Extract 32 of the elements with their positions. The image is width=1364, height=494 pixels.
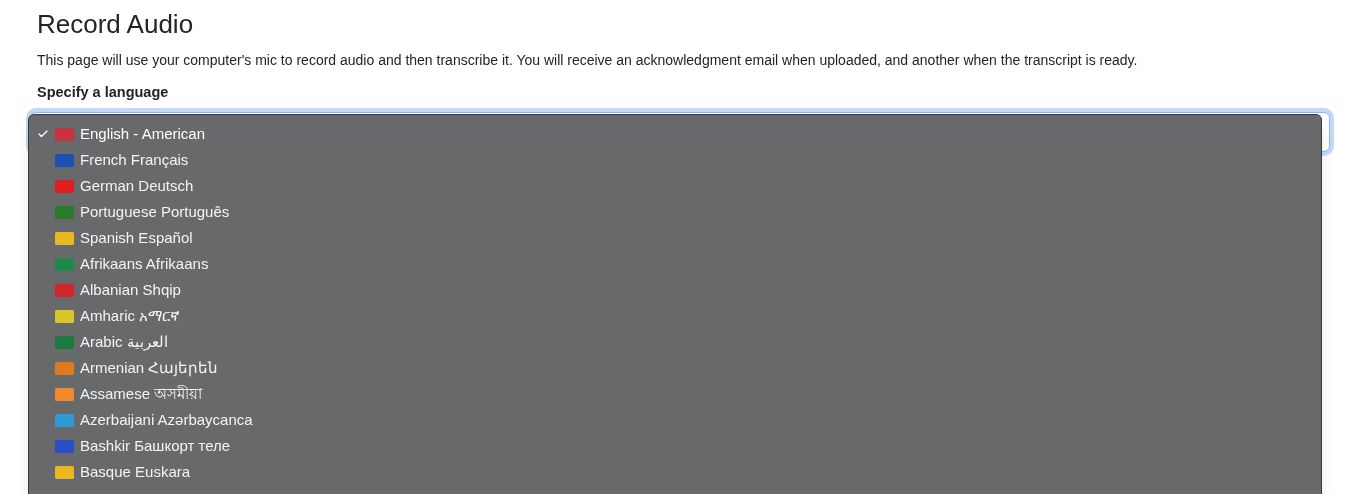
- check-icon: [37, 128, 49, 140]
- option-label: Armenian Հայերեն: [80, 357, 219, 379]
- language-option[interactable]: Amharic አማርኛ: [37, 303, 1321, 329]
- option-label: Azerbaijani Azərbaycanca: [80, 409, 253, 430]
- option-label: German Deutsch: [80, 175, 194, 196]
- option-label: Arabic العربية: [80, 331, 168, 353]
- option-label: Amharic አማርኛ: [80, 305, 181, 326]
- language-option[interactable]: Portuguese Português: [37, 199, 1321, 225]
- language-option[interactable]: German Deutsch: [37, 173, 1321, 199]
- language-option[interactable]: Bashkir Башкорт теле: [37, 433, 1321, 459]
- option-label: Albanian Shqip: [80, 279, 181, 300]
- option-label: Spanish Español: [80, 227, 193, 248]
- option-label: English - American: [80, 123, 206, 144]
- option-label: Portuguese Português: [80, 201, 230, 222]
- page-title: Record Audio: [37, 8, 195, 40]
- option-label: Bashkir Башкорт теле: [80, 435, 231, 456]
- option-label: French Français: [80, 149, 189, 170]
- field-label: Specify a language: [37, 83, 169, 102]
- page-description: This page will use your computer's mic to record audio and then transcribe it. You will receive an acknowledgment email when uploaded, and another when the transcript is ready.: [37, 51, 1139, 70]
- language-option[interactable]: Armenian Հայերեն: [37, 355, 1321, 381]
- language-option[interactable]: Albanian Shqip: [37, 277, 1321, 303]
- language-option[interactable]: Basque Euskara: [37, 459, 1321, 485]
- language-option[interactable]: Arabic العربية: [37, 329, 1321, 355]
- language-option[interactable]: Spanish Español: [37, 225, 1321, 251]
- option-label: Assamese অসমীয়া: [80, 383, 203, 404]
- option-label: Basque Euskara: [80, 461, 191, 482]
- language-option[interactable]: Afrikaans Afrikaans: [37, 251, 1321, 277]
- language-option[interactable]: French Français: [37, 147, 1321, 173]
- language-option[interactable]: English - American: [37, 121, 1321, 147]
- language-option[interactable]: Assamese অসমীয়া: [37, 381, 1321, 407]
- option-label: Afrikaans Afrikaans: [80, 253, 209, 274]
- language-option[interactable]: Azerbaijani Azərbaycanca: [37, 407, 1321, 433]
